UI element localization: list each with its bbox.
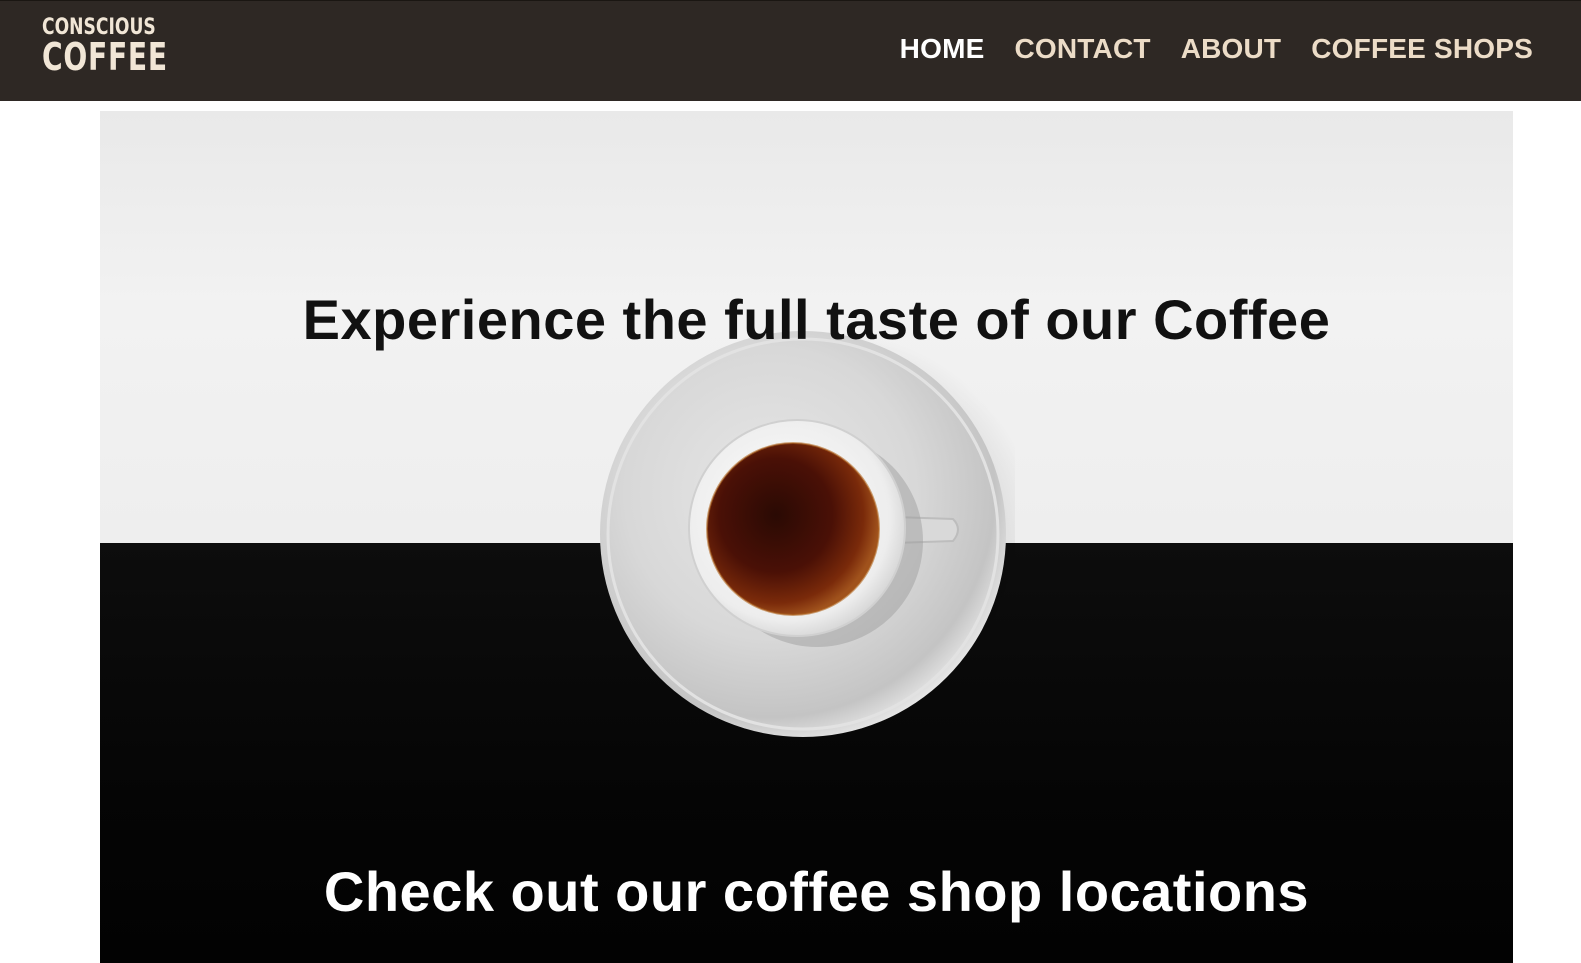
site-header: CONSCIOUS COFFEE HOME CONTACT ABOUT COFF…: [0, 0, 1581, 101]
main-nav: HOME CONTACT ABOUT COFFEE SHOPS: [900, 33, 1533, 65]
nav-contact-link[interactable]: CONTACT: [1014, 33, 1150, 65]
hero-banner: Experience the full taste of our Coffee …: [100, 111, 1513, 963]
site-logo[interactable]: CONSCIOUS COFFEE: [42, 17, 212, 79]
nav-coffee-shops-link[interactable]: COFFEE SHOPS: [1311, 33, 1533, 65]
hero-subheadline[interactable]: Check out our coffee shop locations: [100, 859, 1513, 924]
nav-about-link[interactable]: ABOUT: [1181, 33, 1282, 65]
hero-headline: Experience the full taste of our Coffee: [302, 287, 1331, 351]
coffee-cup-image: [600, 331, 1015, 749]
nav-home-link[interactable]: HOME: [900, 33, 985, 65]
logo-line-2: COFFEE: [42, 35, 168, 79]
